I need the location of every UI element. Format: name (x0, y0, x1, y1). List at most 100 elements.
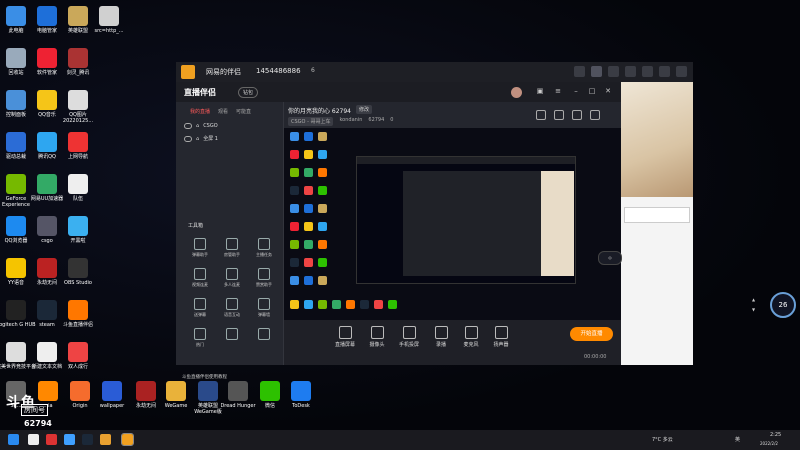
minimize-icon[interactable]: – (572, 87, 580, 95)
tool-icon (194, 268, 206, 280)
speaker-button[interactable]: 扬声器 (486, 326, 516, 348)
taskbar-douyu-icon[interactable] (121, 433, 134, 446)
desktop-icon-label: GeForce Experience (2, 196, 30, 208)
start-live-button[interactable]: 开始直播 (570, 327, 613, 341)
brand-badge[interactable]: 钻包 (238, 87, 259, 98)
desktop-icon[interactable]: 剑灵_腾讯 (58, 48, 98, 76)
minimize-icon[interactable] (659, 66, 670, 77)
home-icon[interactable] (591, 66, 602, 77)
settings-icon[interactable] (642, 66, 653, 77)
desktop-icon-label: 回收站 (8, 70, 24, 76)
screen-capture-button[interactable]: 直播屏幕 (330, 326, 360, 348)
desktop-icon[interactable]: 开黑啦 (58, 216, 98, 244)
desktop-icon-label: 软件管家 (36, 70, 57, 76)
toolbox-item[interactable]: 弹幕墙 (248, 298, 280, 318)
toolbox-item[interactable]: 弹幕助手 (184, 238, 216, 258)
weather-status[interactable]: 7°C 多云 (652, 436, 673, 443)
microphone-button[interactable]: 麦克风 (456, 326, 486, 348)
scene-label: 全屏 1 (203, 136, 218, 142)
toolbox-item[interactable]: 主播任务 (248, 238, 280, 258)
toolbox-item[interactable]: 赞赏助手 (248, 268, 280, 288)
desktop-icon-label: 永劫无间 (135, 403, 156, 409)
input-language[interactable]: 英 (735, 436, 740, 443)
toolbox-item[interactable]: 多人连麦 (216, 268, 248, 288)
close-icon[interactable] (676, 66, 687, 77)
scene-item[interactable]: ⌂ 全屏 1 (184, 135, 218, 142)
nested-side-art (541, 171, 574, 276)
category-badge[interactable]: CSGO - 哥哥上车 (288, 117, 334, 126)
toolbox-item[interactable] (216, 328, 248, 348)
camera-icon (370, 326, 384, 339)
desktop-icon[interactable]: 双人成行 (58, 342, 98, 370)
tab-watch[interactable]: 观看 (218, 108, 228, 115)
maximize-icon[interactable]: □ (588, 87, 596, 95)
desktop-icon-label: 微信 (264, 403, 275, 409)
driver-icon (6, 132, 26, 152)
search-icon[interactable] (28, 434, 39, 445)
lock-icon[interactable] (554, 110, 564, 120)
preview-desktop-icon (304, 258, 313, 267)
eye-icon[interactable] (184, 135, 192, 142)
stream-preview[interactable] (284, 128, 621, 320)
image-icon (68, 90, 88, 110)
tool-icon (226, 328, 238, 340)
avatar[interactable] (511, 87, 522, 98)
toolbox-item[interactable]: 房管助手 (216, 238, 248, 258)
gamepad-icon[interactable] (625, 66, 636, 77)
toolbox-item[interactable]: 热门 (184, 328, 216, 348)
edit-title-button[interactable]: 修改 (356, 105, 373, 114)
clock-date[interactable]: 2022/2/2 (760, 441, 778, 446)
tutorial-notice[interactable]: 斗鱼直播伴侣使用教程 (182, 374, 227, 380)
taskbar-steam-icon[interactable] (82, 434, 93, 445)
start-icon[interactable] (8, 434, 19, 445)
lock-icon[interactable]: ⌂ (196, 123, 199, 129)
scene-item[interactable]: ⌂ CSGO (184, 123, 218, 129)
network-gadget[interactable]: ▲ ▼ 26 (752, 292, 796, 318)
folder-icon[interactable] (608, 66, 619, 77)
screen-icon[interactable] (574, 66, 585, 77)
home-logo-icon[interactable] (181, 65, 195, 79)
toolbox-item[interactable]: 语音互动 (216, 298, 248, 318)
phone-cast-button[interactable]: 手机投屏 (394, 326, 424, 348)
desktop-icon[interactable]: 上网导航 (58, 132, 98, 160)
task-icon[interactable] (536, 110, 546, 120)
menu-icon[interactable]: ≡ (554, 87, 562, 95)
taskbar-app-icon[interactable] (46, 434, 57, 445)
microphone-icon (464, 326, 478, 339)
toolbox-item[interactable]: 视频连麦 (184, 268, 216, 288)
eye-icon[interactable] (184, 123, 192, 129)
toolbox-item[interactable]: 送弹幕 (184, 298, 216, 318)
desktop-icon[interactable]: QQ图片20220125... (58, 90, 98, 124)
scene-label: CSGO (203, 123, 218, 129)
share-icon[interactable] (590, 110, 600, 120)
preview-desktop-icon (374, 300, 383, 309)
bell-icon[interactable] (572, 110, 582, 120)
control-panel-icon (6, 90, 26, 110)
taskbar-folder-icon[interactable] (100, 434, 111, 445)
tab-my-live[interactable]: 我的直播 (190, 108, 210, 115)
camera-button[interactable]: 摄像头 (362, 326, 392, 348)
preview-desktop-icon (304, 222, 313, 231)
desktop-icon-label: WeGame (164, 403, 188, 409)
clock-time[interactable]: 2:25 (770, 432, 781, 438)
desktop-icon[interactable]: 斗鱼直播伴侣 (58, 300, 98, 328)
scene-sidebar: 我的直播 观看 可能直 ⌂ CSGO ⌂ 全屏 1 工具箱 弹幕助手 房管助手 主播… (176, 102, 284, 380)
close-icon[interactable]: ✕ (604, 87, 612, 95)
toolbox-item-label: 主播任务 (256, 252, 272, 257)
desktop-icon[interactable]: 队伍 (58, 174, 98, 202)
tab-other[interactable]: 可能直 (236, 108, 251, 115)
download-icon: ▼ (752, 307, 756, 312)
floating-gadget[interactable]: ◎ (598, 251, 622, 265)
taskbar-browser-icon[interactable] (64, 434, 75, 445)
desktop-icon-label: QQ浏览器 (4, 238, 28, 244)
desktop-icon[interactable]: ToDesk (281, 381, 321, 409)
side-input[interactable] (624, 207, 690, 223)
gift-icon[interactable]: ▣ (536, 87, 544, 95)
desktop-icon[interactable]: src=http_... (89, 6, 129, 34)
desktop-icon[interactable]: OBS Studio (58, 258, 98, 286)
tool-icon (258, 328, 270, 340)
toolbox-item[interactable] (248, 328, 280, 348)
record-button[interactable]: 录播 (426, 326, 456, 348)
lock-icon[interactable]: ⌂ (196, 136, 199, 142)
live-timer: 00:00:00 (584, 354, 607, 360)
